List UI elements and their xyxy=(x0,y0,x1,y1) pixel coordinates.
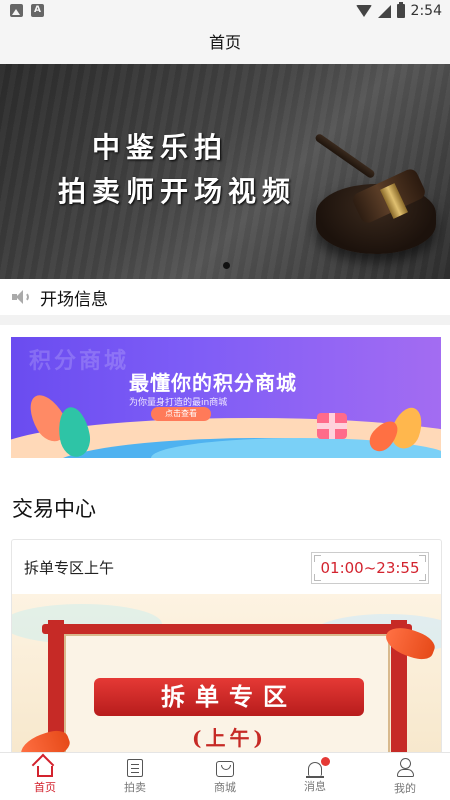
tab-label: 我的 xyxy=(394,781,416,795)
trade-center-title: 交易中心 xyxy=(12,497,96,521)
tab-messages[interactable]: 消息 xyxy=(270,753,360,800)
bag-icon xyxy=(216,760,234,777)
status-bar: A 2:54 xyxy=(0,0,450,24)
image-notification-icon xyxy=(10,4,23,17)
gift-icon xyxy=(317,413,347,439)
tab-label: 拍卖 xyxy=(124,780,146,794)
image-subtitle: (上午) xyxy=(192,726,267,750)
section-divider xyxy=(0,315,450,325)
battery-icon xyxy=(396,2,405,18)
home-screen: A 2:54 首页 中鉴乐拍 拍卖师开场视频 开场信息 积分商城 最懂你的积分商… xyxy=(0,0,450,800)
status-time: 2:54 xyxy=(410,3,442,19)
tab-mall[interactable]: 商城 xyxy=(180,753,270,800)
carousel-indicator[interactable] xyxy=(223,262,230,269)
banner-line2: 拍卖师开场视频 xyxy=(58,175,297,208)
promo-watermark: 积分商城 xyxy=(29,349,130,374)
tab-label: 首页 xyxy=(34,780,56,794)
signal-icon xyxy=(377,4,391,18)
trade-card-title: 拆单专区上午 xyxy=(24,559,115,577)
points-mall-banner[interactable]: 积分商城 最懂你的积分商城 为你量身打造的最in商城 点击查看 xyxy=(11,337,441,458)
a-notification-icon: A xyxy=(31,4,44,17)
tab-label: 消息 xyxy=(304,779,326,793)
user-icon xyxy=(395,757,415,778)
time-range-badge: 01:00~23:55 xyxy=(311,552,429,584)
notice-bar[interactable]: 开场信息 xyxy=(0,279,450,315)
bottom-tab-bar: 首页 拍卖 商城 消息 我的 xyxy=(0,752,450,800)
time-range-text: 01:00~23:55 xyxy=(320,559,420,577)
promo-title: 最懂你的积分商城 xyxy=(129,371,297,395)
banner-line1: 中鉴乐拍 xyxy=(92,131,229,164)
wifi-icon xyxy=(355,5,372,17)
list-icon xyxy=(127,758,143,777)
trade-card[interactable]: 拆单专区上午 01:00~23:55 拆单专区 (上午) xyxy=(11,539,442,779)
home-icon xyxy=(37,765,53,777)
tab-profile[interactable]: 我的 xyxy=(360,753,450,800)
tab-home[interactable]: 首页 xyxy=(0,753,90,800)
speaker-icon xyxy=(12,289,29,305)
unread-badge xyxy=(321,757,330,766)
page-title: 首页 xyxy=(0,24,450,64)
promo-view-button[interactable]: 点击查看 xyxy=(151,407,211,421)
tab-label: 商城 xyxy=(214,780,236,794)
banner-carousel[interactable]: 中鉴乐拍 拍卖师开场视频 xyxy=(0,64,450,279)
bell-icon xyxy=(306,761,324,778)
tab-auction[interactable]: 拍卖 xyxy=(90,753,180,800)
notice-text: 开场信息 xyxy=(40,289,108,310)
image-title: 拆单专区 xyxy=(94,678,364,716)
